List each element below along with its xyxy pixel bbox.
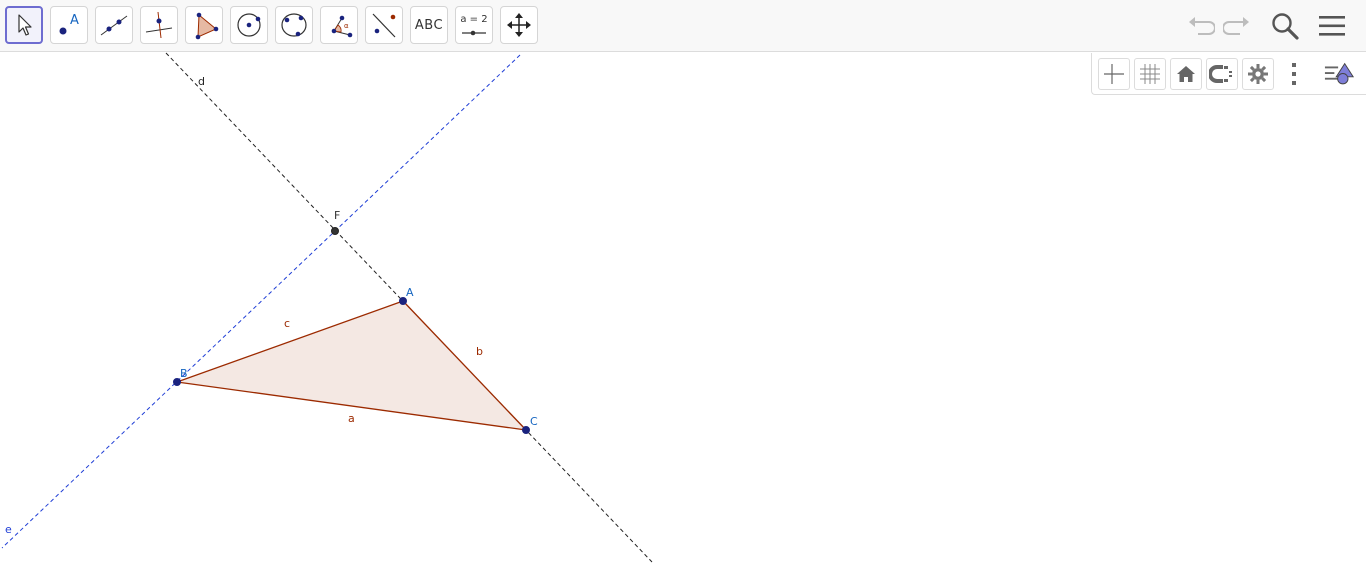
graphics-style-bar <box>1091 53 1366 95</box>
line-e[interactable] <box>1 54 521 549</box>
undo-icon <box>1189 17 1215 35</box>
move-view-icon <box>507 13 531 37</box>
search-icon <box>1272 13 1299 40</box>
tool-polygon[interactable] <box>185 6 223 44</box>
main-menu-button[interactable] <box>1314 8 1350 44</box>
more-options-button[interactable] <box>1278 58 1310 90</box>
tool-slider[interactable]: a = 2 <box>455 6 493 44</box>
segment-b-label: b <box>476 345 483 358</box>
reflect-icon <box>372 13 396 38</box>
tool-text[interactable]: ABC <box>410 6 448 44</box>
grid-icon <box>1140 64 1160 84</box>
home-icon <box>1177 66 1195 82</box>
angle-icon: α <box>331 15 353 38</box>
tool-perpendicular-line[interactable] <box>140 6 178 44</box>
line-d-label: d <box>198 75 205 88</box>
axes-icon <box>1104 64 1124 84</box>
tool-angle[interactable]: α <box>320 6 358 44</box>
point-icon: A <box>59 13 79 35</box>
tool-move-graphics-view[interactable] <box>500 6 538 44</box>
tool-point[interactable]: A <box>50 6 88 44</box>
hamburger-menu-icon <box>1319 16 1345 36</box>
tool-line[interactable] <box>95 6 133 44</box>
more-vertical-icon <box>1292 63 1296 85</box>
undo-button[interactable] <box>1182 8 1218 44</box>
tool-reflect[interactable] <box>365 6 403 44</box>
slider-icon-label: a = 2 <box>460 14 488 25</box>
geogebra-app: A B C F a b c d e A α ABC a = 2 <box>0 0 1366 566</box>
polygon-icon <box>195 12 219 40</box>
move-arrow-icon <box>18 14 32 36</box>
tool-move[interactable] <box>5 6 43 44</box>
line-icon <box>100 15 128 36</box>
circle-three-points-icon <box>281 13 307 37</box>
magnet-snap-icon <box>1209 65 1232 83</box>
point-A-label: A <box>406 286 414 299</box>
graphics-settings-button[interactable] <box>1242 58 1274 90</box>
svg-text:A: A <box>70 13 79 28</box>
point-B-label: B <box>180 367 188 380</box>
standard-view-button[interactable] <box>1170 58 1202 90</box>
gear-icon <box>1248 64 1268 84</box>
tool-circle-center[interactable] <box>230 6 268 44</box>
point-F-label: F <box>334 209 340 222</box>
toggle-grid-button[interactable] <box>1134 58 1166 90</box>
tool-circle-three-points[interactable] <box>275 6 313 44</box>
redo-button[interactable] <box>1220 8 1256 44</box>
point-capturing-button[interactable] <box>1206 58 1238 90</box>
text-icon: ABC <box>414 17 444 33</box>
point-C[interactable] <box>522 426 530 434</box>
svg-text:α: α <box>344 22 349 30</box>
segment-a-label: a <box>348 412 355 425</box>
segment-c-label: c <box>284 317 290 330</box>
point-C-label: C <box>530 415 538 428</box>
toggle-axes-button[interactable] <box>1098 58 1130 90</box>
search-button[interactable] <box>1267 8 1303 44</box>
point-F[interactable] <box>331 227 339 235</box>
line-e-label: e <box>5 523 12 536</box>
algebra-view-toggle-button[interactable] <box>1324 58 1356 90</box>
circle-icon <box>237 13 261 37</box>
toolbar: A α ABC a = 2 <box>0 0 1366 52</box>
perpendicular-line-icon <box>145 11 173 39</box>
algebra-view-toggle-icon <box>1324 62 1355 85</box>
triangle-polygon[interactable] <box>177 301 526 430</box>
redo-icon <box>1223 17 1249 35</box>
